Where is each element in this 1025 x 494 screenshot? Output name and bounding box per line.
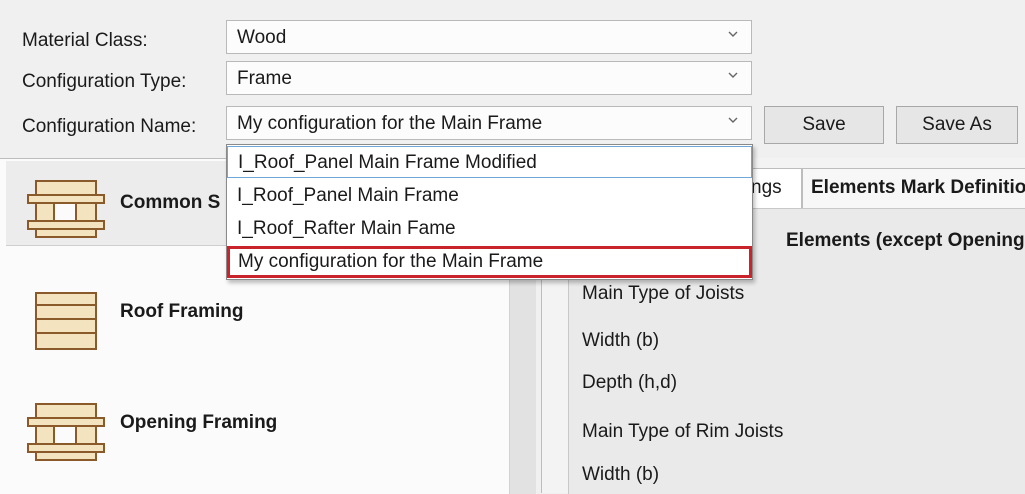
save-as-button[interactable]: Save As xyxy=(896,106,1018,144)
chevron-down-icon xyxy=(728,31,738,37)
row-depth: Depth (h,d) xyxy=(582,372,678,393)
configuration-type-value: Frame xyxy=(237,68,292,89)
frame-panel-icon xyxy=(27,180,105,238)
list-item-opening-framing[interactable]: Opening Framing xyxy=(120,412,277,434)
list-item-roof-framing[interactable]: Roof Framing xyxy=(120,301,244,323)
row-main-type-of-joists: Main Type of Joists xyxy=(582,283,745,304)
configuration-name-dropdown[interactable]: I_Roof_Panel Main Frame Modified I_Roof_… xyxy=(226,144,753,280)
chevron-down-icon xyxy=(728,117,738,123)
row-width: Width (b) xyxy=(582,330,660,351)
dropdown-option-selected[interactable]: My configuration for the Main Frame xyxy=(227,246,752,278)
configuration-name-combo[interactable]: My configuration for the Main Frame xyxy=(226,106,752,140)
chevron-down-icon xyxy=(728,72,738,78)
group-heading: Elements (except Openings) xyxy=(786,230,1025,251)
configuration-name-value: My configuration for the Main Frame xyxy=(237,113,543,134)
configuration-type-label: Configuration Type: xyxy=(22,71,187,92)
row-width-rim: Width (b) xyxy=(582,464,660,485)
save-button[interactable]: Save xyxy=(764,106,884,144)
material-class-value: Wood xyxy=(237,27,287,48)
dropdown-option[interactable]: I_Roof_Panel Main Frame xyxy=(227,180,752,212)
roof-frame-icon xyxy=(35,292,97,350)
dropdown-option[interactable]: I_Roof_Panel Main Frame Modified xyxy=(227,146,752,178)
opening-frame-icon xyxy=(27,403,105,461)
material-class-label: Material Class: xyxy=(22,30,148,51)
row-main-type-of-rim-joists: Main Type of Rim Joists xyxy=(582,421,784,442)
list-item-common[interactable]: Common S xyxy=(120,192,220,214)
material-class-combo[interactable]: Wood xyxy=(226,20,752,54)
configuration-name-label: Configuration Name: xyxy=(22,116,197,137)
tab-elements-mark-definitions[interactable]: Elements Mark Definitio xyxy=(802,168,1025,208)
dropdown-option[interactable]: I_Roof_Rafter Main Fame xyxy=(227,213,752,245)
configuration-type-combo[interactable]: Frame xyxy=(226,61,752,95)
